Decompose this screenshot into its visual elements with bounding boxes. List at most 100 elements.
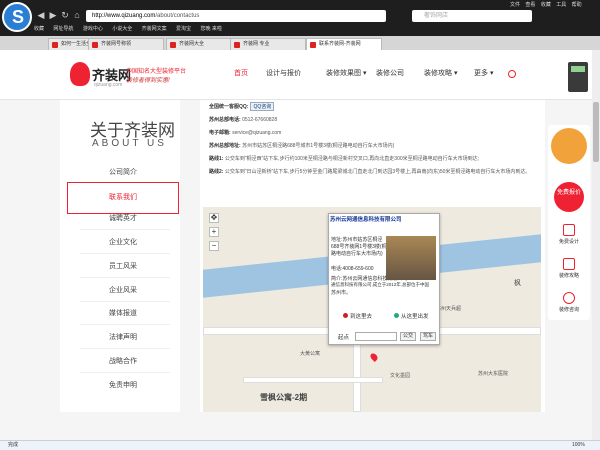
map-road xyxy=(243,377,383,383)
info-window-title: 苏州云网通信息科技有限公司 xyxy=(330,217,402,223)
brand-slogan: 中国知名大型装修平台 xyxy=(126,69,187,75)
design-icon xyxy=(563,224,575,236)
route-to-here-button[interactable]: 到这里去 xyxy=(343,312,372,320)
map-label: 文化墨园 xyxy=(390,373,411,379)
pin-icon xyxy=(343,313,348,318)
back-arrow-icon[interactable]: ◀ xyxy=(36,10,46,20)
sidebar-item-disclaimer[interactable]: 免责申明 xyxy=(68,378,178,394)
browser-tab[interactable]: 齐装网 专业 xyxy=(230,38,306,50)
nav-home[interactable]: 首页 xyxy=(234,68,248,78)
bookmark-item[interactable]: 网址导航 xyxy=(53,26,73,32)
sidebar-divider xyxy=(80,253,170,254)
email-row: 电子邮箱: service@qizuang.com xyxy=(209,130,282,136)
sidebar-item-culture[interactable]: 企业文化 xyxy=(68,235,178,251)
zoom-out-button[interactable]: − xyxy=(209,241,219,251)
route-from-here-button[interactable]: 从这里出发 xyxy=(394,312,429,320)
sidebar-item-company-profile[interactable]: 公司简介 xyxy=(68,165,178,181)
qq-chat-button[interactable]: QQ咨询 xyxy=(250,102,275,111)
bookmark-item[interactable]: 爱淘宝 xyxy=(176,26,191,32)
chat-icon xyxy=(563,292,575,304)
free-quote-button[interactable]: 免费报价 xyxy=(554,182,584,212)
tab-strip: 如何一生活全 齐装网号称领 齐装网大全 齐装网 专业 联系齐装网-齐装网 xyxy=(0,36,600,50)
status-bar: 完成 100% xyxy=(0,440,600,450)
map-label: 雪枫公寓-2期 xyxy=(260,393,308,402)
scrollbar-thumb[interactable] xyxy=(593,102,599,162)
menu-help[interactable]: 帮助 xyxy=(572,2,582,8)
sidebar-divider xyxy=(80,301,170,302)
address-bar[interactable]: http://www.qizuang.com/about/contactus xyxy=(86,10,386,22)
sidebar-divider xyxy=(80,229,170,230)
pin-icon xyxy=(394,313,399,318)
zoom-level[interactable]: 100% xyxy=(572,441,585,450)
refresh-icon[interactable]: ↻ xyxy=(60,10,70,20)
menu-tools[interactable]: 工具 xyxy=(556,2,566,8)
menu-file[interactable]: 文件 xyxy=(510,2,520,8)
nav-more[interactable]: 更多 ▾ xyxy=(474,68,493,78)
drive-route-button[interactable]: 驾车 xyxy=(420,332,437,341)
bookmark-item[interactable]: 齐装网文案 xyxy=(142,26,167,32)
browser-chrome: S ◀ ▶ ↻ ⌂ http://www.qizuang.com/about/c… xyxy=(0,0,600,36)
sidebar-item-partners[interactable]: 战略合作 xyxy=(68,354,178,370)
favicon-icon xyxy=(52,42,58,48)
brand-url: qizuang.com xyxy=(94,82,123,88)
address-text: 苏州市姑苏区桐泾路688号城市1号楼3楼(桐泾路电动自行车大市场内) xyxy=(242,143,395,149)
info-window-phone: 电话:4008-659-600 xyxy=(331,266,374,272)
address-path: /about/contactus xyxy=(155,13,200,19)
sidebar-divider xyxy=(80,324,170,325)
brand-logo-icon[interactable] xyxy=(70,62,90,86)
route2-text: 公交车到“日山泾新桥”站下车,步行5分钟至金门路尾梁城北门直走北门到达园3号楼上… xyxy=(224,169,531,175)
nav-gallery[interactable]: 装修效果图 ▾ xyxy=(326,68,366,78)
browser-tab[interactable]: 齐装网号称领 xyxy=(88,38,164,50)
zoom-in-button[interactable]: + xyxy=(209,227,219,237)
sidebar-item-staff[interactable]: 员工风采 xyxy=(68,259,178,275)
site-header: 齐装网 qizuang.com 中国知名大型装修平台 装修者得到实惠! 首页 设… xyxy=(0,50,600,100)
sidebar-item-legal[interactable]: 法律声明 xyxy=(68,330,178,346)
sidebar-item-media[interactable]: 媒体报道 xyxy=(68,306,178,322)
sidebar-item-careers[interactable]: 诚聘英才 xyxy=(68,211,178,227)
address-host: http://www.qizuang.com xyxy=(92,13,156,19)
bookmark-item[interactable]: 游戏中心 xyxy=(83,26,103,32)
phone-row: 苏州总部电话: 0512-67660828 xyxy=(209,117,278,123)
renovation-guide-button[interactable]: 装修攻略 xyxy=(548,258,590,279)
search-icon[interactable] xyxy=(508,70,516,78)
start-label: 起点 xyxy=(338,335,350,341)
menu-view[interactable]: 查看 xyxy=(525,2,535,8)
brand-slogan-secondary: 装修者得到实惠! xyxy=(126,78,170,84)
browser-search-input[interactable]: 奢饰网店 xyxy=(412,10,532,22)
favicon-icon xyxy=(92,42,98,48)
route1-row: 路线1: 公交车到“桐泾西”站下车,步行约100米至桐泾路与桐泾新村交叉口,再向… xyxy=(209,156,480,162)
forward-arrow-icon[interactable]: ▶ xyxy=(48,10,58,20)
nav-companies[interactable]: 装修公司 xyxy=(376,68,404,78)
map-pan-icon[interactable]: ✥ xyxy=(209,213,219,223)
email-address: service@qizuang.com xyxy=(232,130,282,136)
bookmark-bar: 收藏 网址导航 游戏中心 小说大全 齐装网文案 爱淘宝 您晚 来啦 xyxy=(34,24,274,34)
info-window-address: 路电动自行车大市场内) xyxy=(331,251,383,257)
info-window-desc: 通信息科技有限公司,成立于2012年,总部位于中国 xyxy=(331,282,430,287)
info-window-address: 688号齐装网1号楼3楼(桐泾 xyxy=(331,244,392,250)
sidebar-item-company-style[interactable]: 企业风采 xyxy=(68,283,178,299)
nav-guides[interactable]: 装修攻略 ▾ xyxy=(424,68,457,78)
info-window-desc: 苏州市。 xyxy=(331,290,352,296)
bus-route-button[interactable]: 公交 xyxy=(400,332,417,341)
browser-logo-icon[interactable]: S xyxy=(2,2,32,32)
service-qq-row: 全国统一客服QQ: QQ咨询 xyxy=(209,102,275,111)
favicon-icon xyxy=(170,42,176,48)
browser-tab-active[interactable]: 联系齐装网-齐装网 xyxy=(306,38,382,50)
calculator-icon[interactable] xyxy=(568,62,588,92)
status-text: 完成 xyxy=(8,442,19,448)
sidebar-subtitle: ABOUT US xyxy=(92,138,167,149)
sidebar-divider xyxy=(80,277,170,278)
start-point-input[interactable] xyxy=(355,332,397,341)
free-design-button[interactable]: 免费设计 xyxy=(548,224,590,245)
browser-menu: 文件 查看 收藏 工具 帮助 xyxy=(510,1,586,8)
bookmark-item[interactable]: 收藏 xyxy=(34,26,44,32)
bookmark-item[interactable]: 您晚 来啦 xyxy=(200,26,221,32)
book-icon xyxy=(563,258,575,270)
bookmark-item[interactable]: 小说大全 xyxy=(112,26,132,32)
menu-favorites[interactable]: 收藏 xyxy=(541,2,551,8)
nav-design-quote[interactable]: 设计与报价 xyxy=(266,68,301,78)
consult-button[interactable]: 装修咨询 xyxy=(548,292,590,313)
sidebar-item-contact-us[interactable]: 联系我们 xyxy=(67,182,179,214)
route2-row: 路线2: 公交车到“日山泾新桥”站下车,步行5分钟至金门路尾梁城北门直走北门到达… xyxy=(209,169,531,175)
home-icon[interactable]: ⌂ xyxy=(72,10,82,20)
